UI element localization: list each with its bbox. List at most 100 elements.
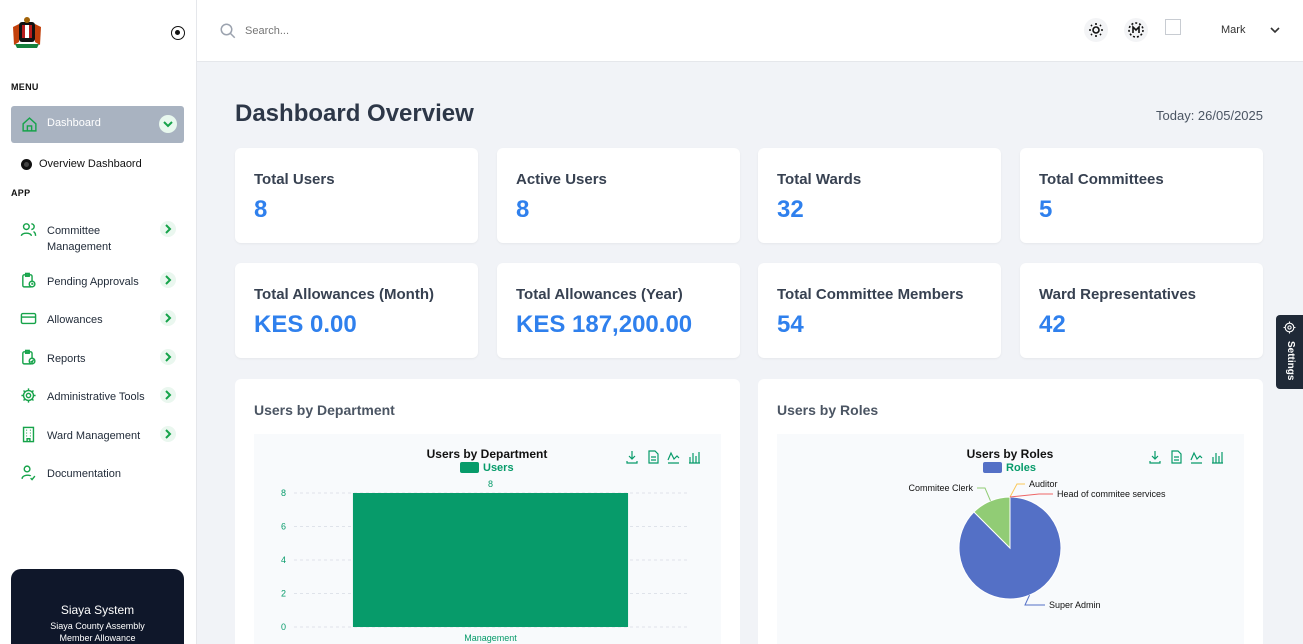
sidebar-item-label: Committee Management — [47, 225, 112, 253]
chart-title: Users by Roles — [967, 447, 1054, 461]
stat-value: 54 — [777, 311, 804, 338]
data-view-icon[interactable] — [648, 450, 659, 464]
stat-label: Total Committee Members — [777, 286, 964, 303]
sidebar-item-dashboard[interactable]: Dashboard — [11, 106, 184, 143]
stat-card-total-committees: Total Committees 5 — [1020, 148, 1263, 243]
mode-m-button[interactable] — [1124, 18, 1148, 42]
legend-label[interactable]: Roles — [1006, 462, 1036, 474]
settings-label: Settings — [1285, 341, 1296, 381]
chart-card-users-by-roles: Users by Roles Users by Roles Roles Supe… — [758, 379, 1263, 644]
download-icon[interactable] — [626, 451, 638, 464]
line-chart-icon[interactable] — [667, 451, 680, 464]
pie-slice-label: Head of commitee services — [1057, 489, 1166, 499]
y-tick-label: 6 — [281, 522, 286, 532]
topbar: Mark — [197, 0, 1303, 62]
bar-chart-area: Users by Department Users 0 2 4 6 8 8 Managem… — [254, 434, 721, 644]
sidebar-item-label: Allowances — [47, 314, 103, 326]
legend-label[interactable]: Users — [483, 462, 514, 474]
stat-value: 32 — [777, 196, 804, 223]
gear-icon — [1283, 321, 1296, 334]
stat-value: 8 — [516, 196, 530, 223]
legend-swatch[interactable] — [460, 462, 479, 473]
chevron-down-icon[interactable] — [159, 115, 177, 133]
bar — [352, 493, 629, 627]
sidebar-item-label: Reports — [47, 353, 86, 365]
stat-label: Total Wards — [777, 171, 862, 188]
stat-label: Total Allowances (Month) — [254, 286, 434, 303]
chevron-right-icon — [160, 349, 176, 365]
stat-label: Active Users — [516, 171, 607, 188]
pie-slice-label: Commitee Clerk — [908, 483, 973, 493]
stat-label: Ward Representatives — [1039, 286, 1197, 303]
y-tick-label: 4 — [281, 555, 286, 565]
chart-title: Users by Department — [427, 447, 548, 461]
sidebar-collapse-toggle[interactable] — [171, 26, 185, 40]
stat-value: KES 0.00 — [254, 311, 357, 338]
y-tick-label: 0 — [281, 622, 286, 632]
bar-chart-icon[interactable] — [689, 452, 700, 464]
pie-label-line — [977, 487, 991, 502]
chevron-down-icon[interactable] — [1268, 23, 1282, 37]
data-label: 8 — [488, 479, 493, 489]
home-icon — [22, 117, 37, 132]
search-icon — [220, 23, 236, 39]
stat-card-total-wards: Total Wards 32 — [758, 148, 1001, 243]
sidebar-item-label: Dashboard — [47, 117, 101, 129]
chevron-right-icon — [160, 221, 176, 237]
settings-tab[interactable]: Settings — [1276, 315, 1303, 389]
sidebar-subitem-overview[interactable]: Overview Dashbaord — [21, 158, 142, 170]
stat-label: Total Committees — [1039, 171, 1164, 188]
download-icon[interactable] — [1149, 451, 1161, 464]
stat-card-total-users: Total Users 8 — [235, 148, 478, 243]
line-chart-icon[interactable] — [1190, 451, 1203, 464]
legend-swatch[interactable] — [983, 462, 1002, 473]
avatar[interactable] — [1165, 19, 1181, 35]
chart-toolbox — [1149, 450, 1223, 464]
stat-value: KES 187,200.00 — [516, 311, 693, 338]
sun-icon — [1089, 23, 1103, 37]
system-subtitle-line1: Siaya County Assembly — [50, 621, 145, 631]
sidebar: MENU Dashboard Overview Dashbaord APP Co… — [0, 0, 197, 644]
app-section-label: APP — [11, 188, 31, 198]
sidebar-item-label: Pending Approvals — [47, 276, 139, 288]
pie-chart-area: Users by Roles Roles Super Admin Commitee… — [777, 434, 1244, 644]
x-tick-label: Management — [464, 633, 517, 643]
stat-value: 8 — [254, 196, 268, 223]
search-input[interactable] — [245, 22, 645, 40]
y-tick-label: 8 — [281, 488, 286, 498]
sidebar-item-label: Administrative Tools — [47, 391, 145, 403]
bar-chart-icon[interactable] — [1212, 452, 1223, 464]
pie-label-line — [1024, 594, 1045, 606]
user-check-icon — [21, 465, 36, 481]
pie-chart: Users by Roles Roles Super Admin Commitee… — [908, 447, 1223, 610]
y-tick-label: 2 — [281, 589, 286, 599]
chart-toolbox — [626, 450, 700, 464]
stat-card-committee-members: Total Committee Members 54 — [758, 263, 1001, 358]
user-name[interactable]: Mark — [1221, 24, 1245, 36]
theme-toggle-button[interactable] — [1084, 18, 1108, 42]
sidebar-subitem-label: Overview Dashbaord — [39, 158, 142, 170]
stat-label: Total Allowances (Year) — [516, 286, 683, 303]
stat-value: 5 — [1039, 196, 1053, 223]
system-info-card: Siaya System Siaya County Assembly Membe… — [11, 569, 184, 644]
radio-dot-icon — [21, 158, 32, 170]
stat-card-active-users: Active Users 8 — [497, 148, 740, 243]
pie-label-line — [1009, 493, 1053, 498]
stat-value: 42 — [1039, 311, 1066, 338]
pie-slice-label: Super Admin — [1049, 600, 1101, 610]
gear-icon — [21, 388, 36, 403]
chart-card-users-by-department: Users by Department Users by Department … — [235, 379, 740, 644]
kenya-coat-of-arms-logo — [13, 17, 41, 48]
chevron-right-icon — [160, 387, 176, 403]
data-view-icon[interactable] — [1171, 450, 1182, 464]
page-title: Dashboard Overview — [235, 100, 474, 127]
sidebar-item-label: Ward Management — [47, 430, 141, 442]
clipboard-clock-icon — [22, 272, 36, 288]
users-icon — [20, 223, 37, 237]
today-date: Today: 26/05/2025 — [1156, 108, 1263, 123]
bar-chart: Users by Department Users 0 2 4 6 8 8 Managem… — [281, 447, 700, 643]
chart-card-title: Users by Roles — [777, 402, 879, 418]
chevron-right-icon — [160, 426, 176, 442]
chevron-right-icon — [160, 272, 176, 288]
building-icon — [22, 426, 35, 443]
